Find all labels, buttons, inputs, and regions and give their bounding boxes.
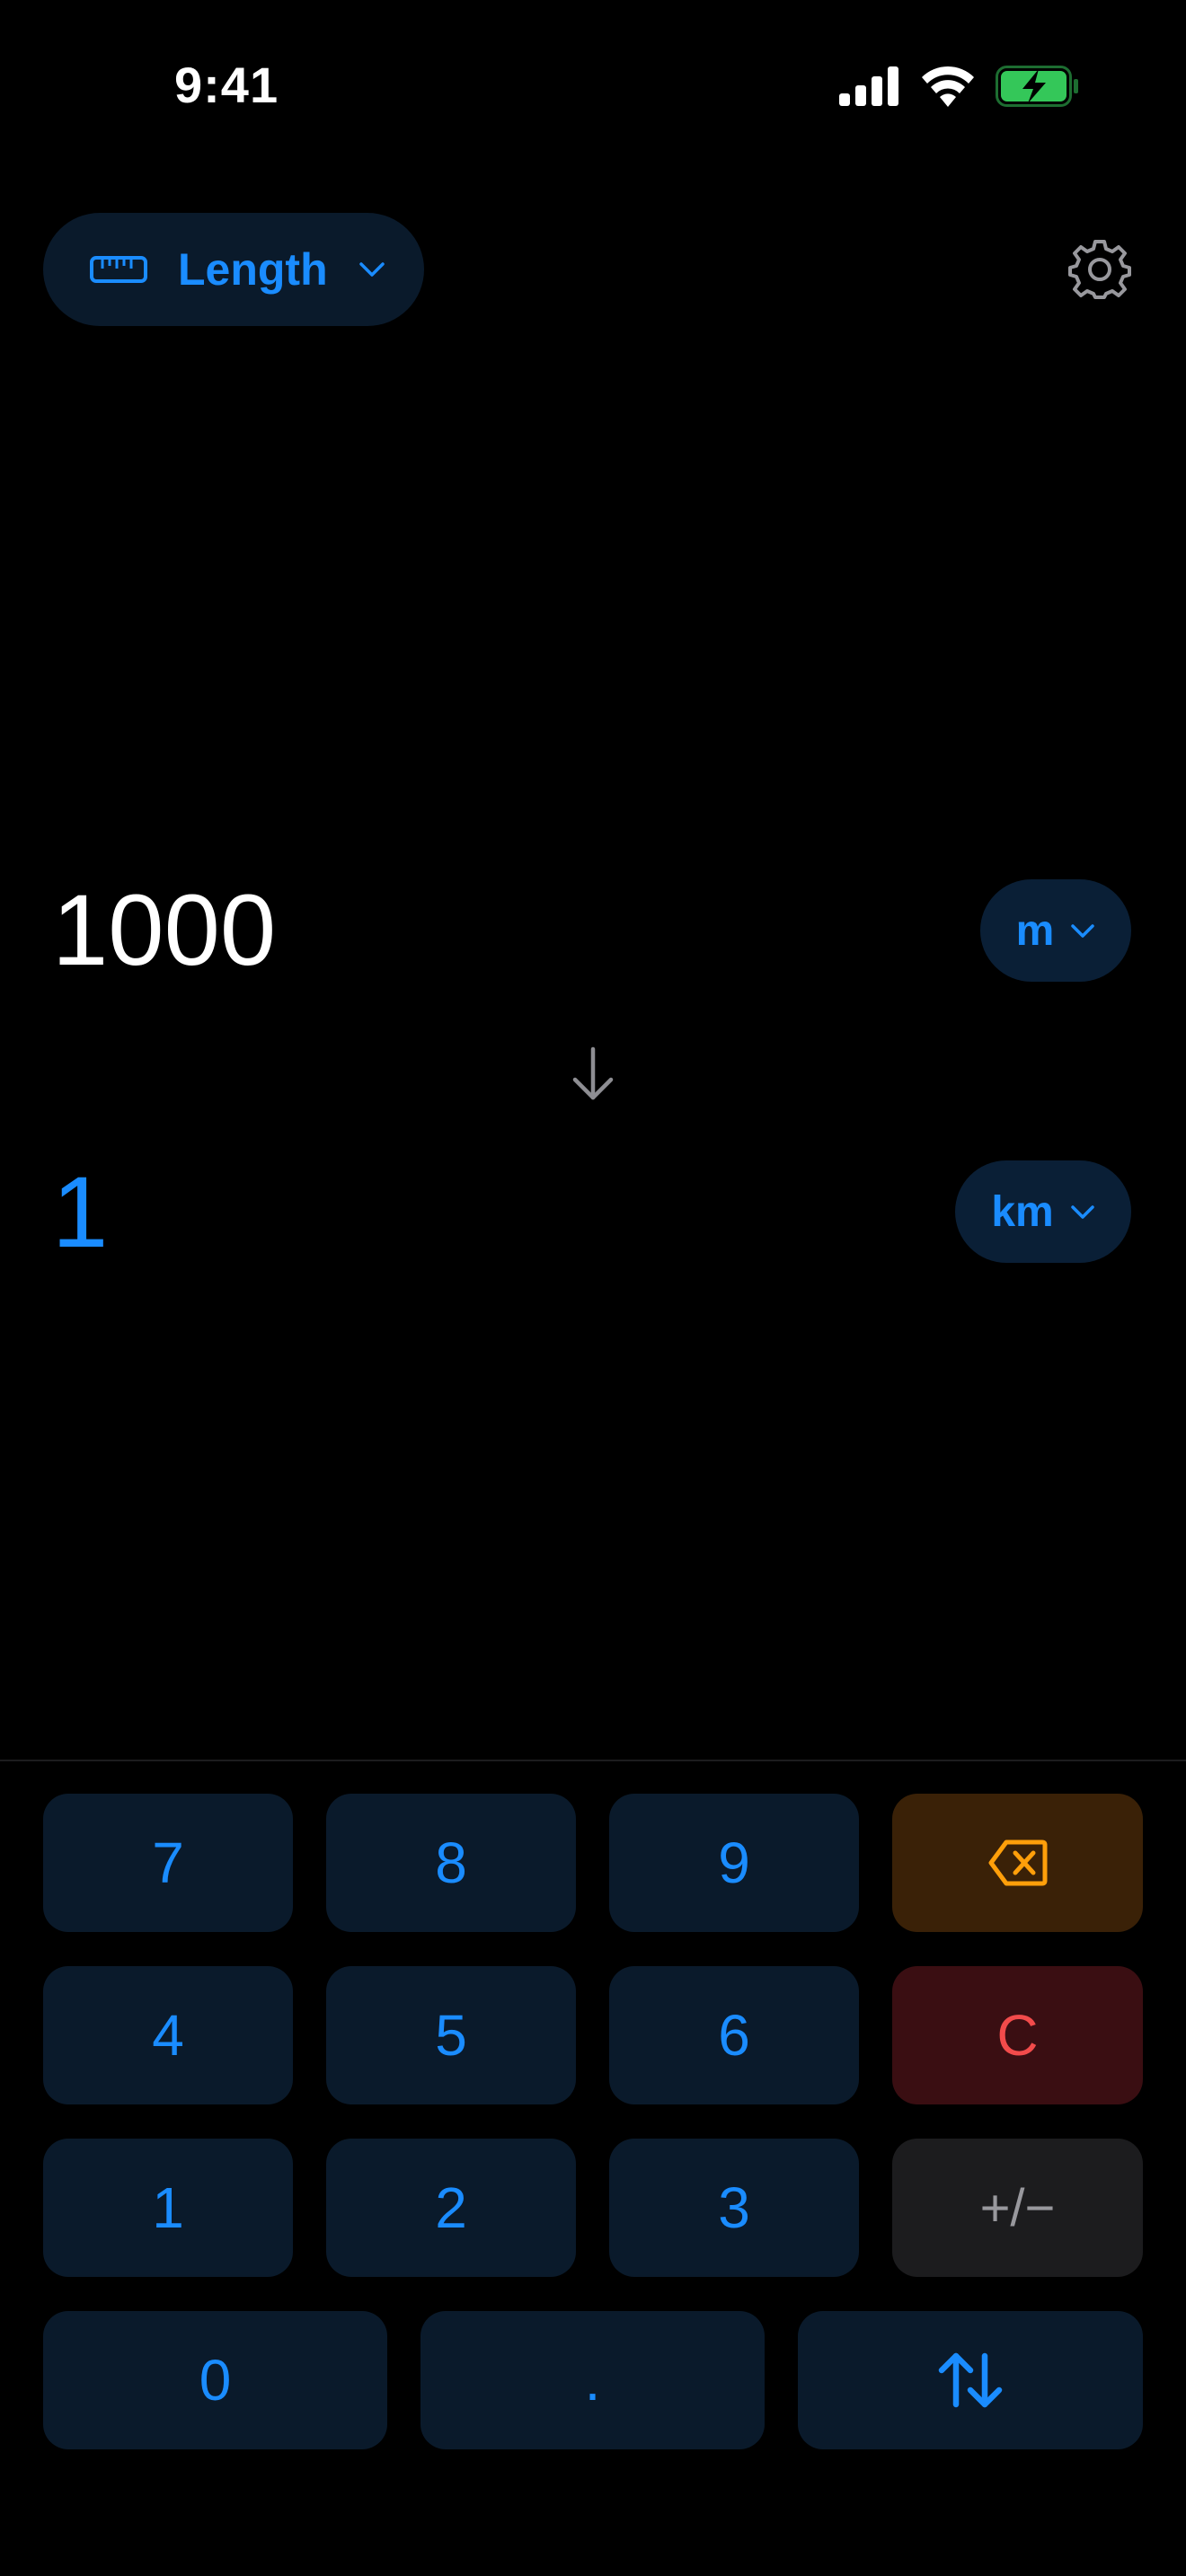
swap-arrows-icon xyxy=(938,2352,1003,2408)
chevron-down-icon xyxy=(1070,1204,1094,1219)
category-selector-button[interactable]: Length xyxy=(43,213,424,326)
output-value-display: 1 xyxy=(52,1156,109,1268)
from-unit-selector[interactable]: m xyxy=(980,879,1131,982)
key-0[interactable]: 0 xyxy=(43,2311,387,2449)
arrow-down-icon xyxy=(572,1046,614,1100)
chevron-down-icon xyxy=(358,262,385,277)
status-time: 9:41 xyxy=(174,57,279,113)
key-2[interactable]: 2 xyxy=(326,2139,576,2277)
key-7[interactable]: 7 xyxy=(43,1794,293,1932)
chevron-down-icon xyxy=(1071,923,1095,938)
key-8[interactable]: 8 xyxy=(326,1794,576,1932)
swap-units-button[interactable] xyxy=(798,2311,1143,2449)
status-bar: 9:41 xyxy=(0,0,1186,171)
key-4[interactable]: 4 xyxy=(43,1966,293,2104)
delete-button[interactable] xyxy=(892,1794,1143,1932)
to-unit-label: km xyxy=(991,1187,1054,1236)
battery-charging-icon xyxy=(996,66,1078,107)
input-value-display[interactable]: 1000 xyxy=(52,868,276,993)
key-1[interactable]: 1 xyxy=(43,2139,293,2277)
keypad-divider xyxy=(0,1760,1186,1761)
key-5[interactable]: 5 xyxy=(326,1966,576,2104)
unit-converter-screen: 9:41 Length 1000 m 1 km 7 8 9 4 5 6 C 1 … xyxy=(0,0,1186,2576)
settings-button[interactable] xyxy=(1066,235,1134,304)
from-unit-label: m xyxy=(1015,906,1055,955)
key-9[interactable]: 9 xyxy=(609,1794,859,1932)
key-decimal[interactable]: . xyxy=(420,2311,765,2449)
to-unit-selector[interactable]: km xyxy=(955,1160,1131,1263)
ruler-icon xyxy=(90,256,147,283)
delete-backspace-icon xyxy=(988,1839,1047,1886)
wifi-icon xyxy=(922,66,974,107)
key-6[interactable]: 6 xyxy=(609,1966,859,2104)
gear-icon xyxy=(1068,240,1131,299)
cellular-signal-icon xyxy=(839,66,898,106)
sign-toggle-button[interactable]: +/− xyxy=(892,2139,1143,2277)
status-icons xyxy=(839,61,1080,111)
category-label: Length xyxy=(178,244,328,295)
clear-button[interactable]: C xyxy=(892,1966,1143,2104)
key-3[interactable]: 3 xyxy=(609,2139,859,2277)
sign-toggle-label: +/− xyxy=(979,2178,1056,2237)
